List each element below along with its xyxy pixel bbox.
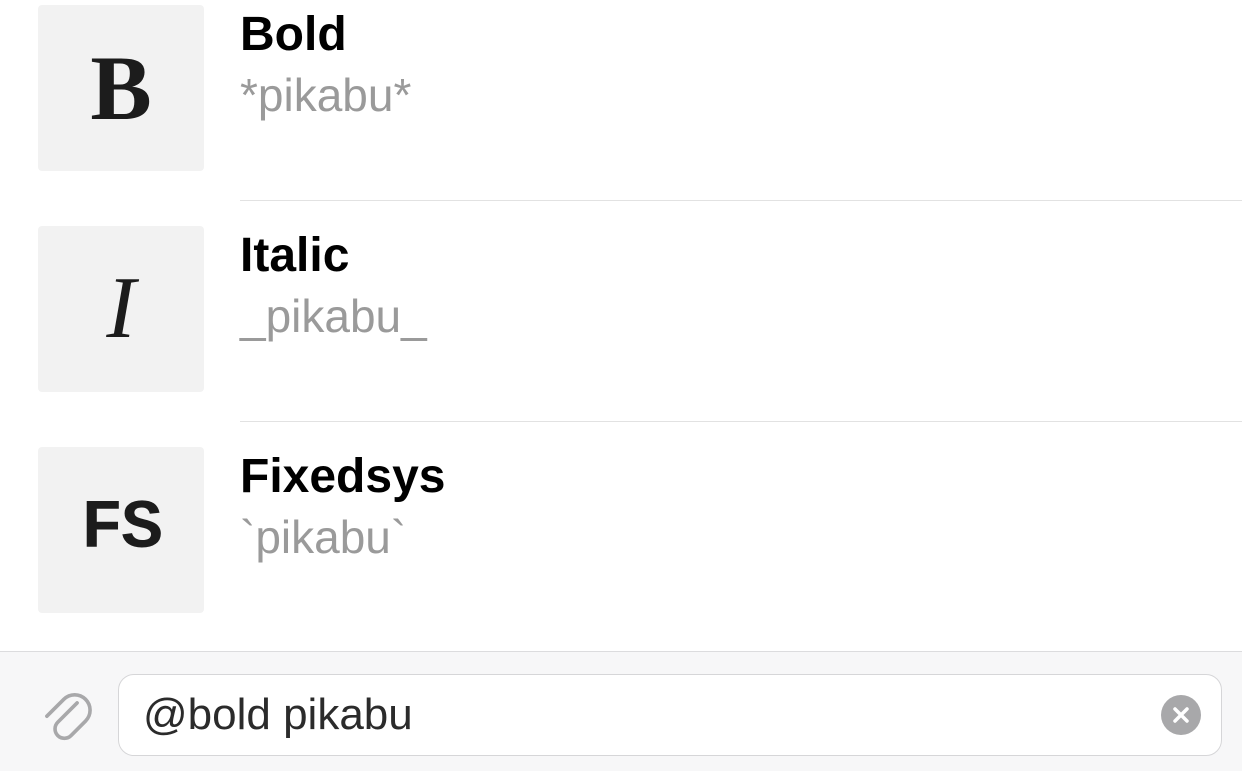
- suggestion-text: Fixedsys `pikabu`: [204, 447, 1242, 562]
- divider: [240, 421, 1242, 422]
- message-input-bar: [0, 651, 1242, 771]
- divider: [240, 200, 1242, 201]
- italic-icon: I: [106, 265, 135, 353]
- suggestion-text: Bold *pikabu*: [204, 5, 1242, 120]
- suggestion-subtitle: _pikabu_: [240, 291, 1242, 342]
- message-input[interactable]: [143, 690, 1161, 740]
- suggestion-icon-box: B: [38, 5, 204, 171]
- suggestion-subtitle: *pikabu*: [240, 70, 1242, 121]
- suggestion-title: Fixedsys: [240, 451, 1242, 504]
- suggestion-row-fixedsys[interactable]: FS Fixedsys `pikabu`: [0, 447, 1242, 613]
- suggestion-subtitle: `pikabu`: [240, 512, 1242, 563]
- fixedsys-icon: FS: [81, 495, 161, 565]
- suggestions-list: B Bold *pikabu* I Italic _pikabu_ FS Fix…: [0, 0, 1242, 651]
- suggestion-text: Italic _pikabu_: [204, 226, 1242, 341]
- suggestion-row-bold[interactable]: B Bold *pikabu*: [0, 5, 1242, 171]
- attach-button[interactable]: [30, 680, 100, 750]
- close-icon: [1171, 705, 1191, 725]
- clear-input-button[interactable]: [1161, 695, 1201, 735]
- bold-icon: B: [90, 42, 151, 134]
- suggestion-row-italic[interactable]: I Italic _pikabu_: [0, 226, 1242, 392]
- message-input-wrap: [118, 674, 1222, 756]
- paperclip-icon: [36, 686, 94, 744]
- suggestion-title: Bold: [240, 9, 1242, 62]
- suggestion-icon-box: I: [38, 226, 204, 392]
- suggestion-title: Italic: [240, 230, 1242, 283]
- suggestion-icon-box: FS: [38, 447, 204, 613]
